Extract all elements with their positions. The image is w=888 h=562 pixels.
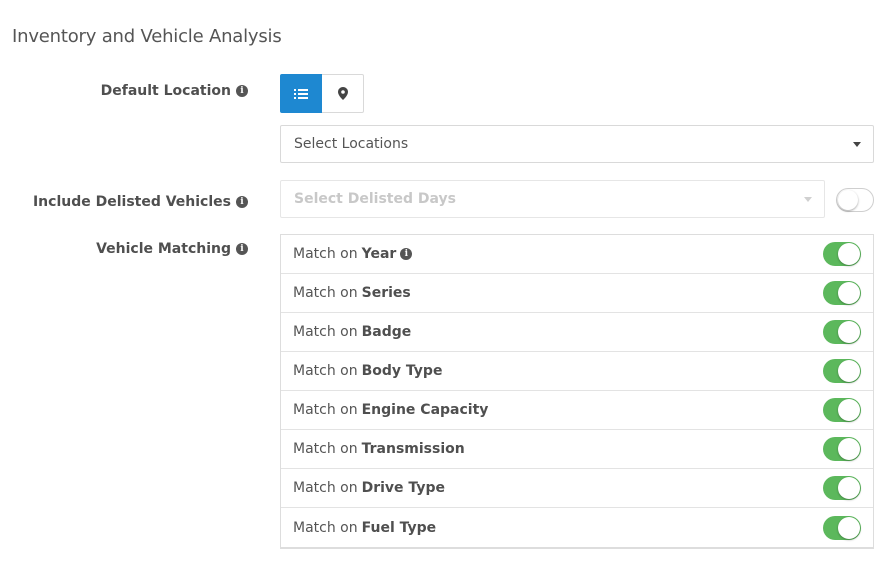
- match-row: Match on Badge: [281, 313, 873, 352]
- match-row: Match on Series: [281, 274, 873, 313]
- default-location-label-text: Default Location: [100, 83, 231, 99]
- map-view-button[interactable]: [322, 74, 364, 113]
- map-marker-icon: [337, 87, 348, 100]
- chevron-down-icon: [853, 142, 861, 147]
- match-field: Drive Type: [361, 480, 445, 496]
- match-toggle[interactable]: [823, 476, 861, 500]
- delisted-label-text: Include Delisted Vehicles: [32, 194, 231, 210]
- match-row: Match on Body Type: [281, 352, 873, 391]
- match-prefix: Match on: [293, 519, 358, 536]
- match-toggle[interactable]: [823, 398, 861, 422]
- match-row: Match on Engine Capacity: [281, 391, 873, 430]
- toggle-knob: [838, 516, 860, 539]
- toggle-knob: [838, 399, 860, 421]
- match-prefix: Match on: [293, 285, 358, 301]
- match-prefix: Match on: [293, 441, 358, 457]
- match-prefix: Match on: [293, 246, 358, 262]
- match-toggle[interactable]: [823, 515, 861, 540]
- match-label: Match on Transmission: [293, 441, 465, 457]
- match-field: Year: [361, 246, 397, 262]
- match-prefix: Match on: [293, 402, 358, 418]
- vehicle-matching-label-text: Vehicle Matching: [96, 241, 231, 257]
- toggle-knob: [838, 477, 860, 499]
- locations-select-placeholder: Select Locations: [294, 136, 409, 152]
- match-row: Match on Fuel Type: [281, 508, 873, 547]
- toggle-knob: [838, 360, 860, 382]
- delisted-toggle[interactable]: [836, 188, 874, 212]
- match-field: Transmission: [361, 441, 465, 457]
- match-row: Match on Transmission: [281, 430, 873, 469]
- info-icon[interactable]: i: [236, 243, 248, 255]
- delisted-days-placeholder: Select Delisted Days: [294, 191, 456, 207]
- vehicle-matching-list: Match on Year i Match on Series Match on Badge…: [280, 234, 874, 549]
- delisted-label: Include Delisted Vehicles i: [33, 194, 248, 210]
- toggle-knob: [838, 243, 860, 265]
- match-prefix: Match on: [293, 363, 358, 379]
- list-view-button[interactable]: [280, 74, 322, 113]
- info-icon[interactable]: i: [236, 85, 248, 97]
- match-label: Match on Year i: [293, 246, 413, 262]
- default-location-label: Default Location i: [101, 83, 248, 99]
- match-field: Badge: [361, 324, 412, 340]
- info-icon[interactable]: i: [236, 196, 248, 208]
- match-row: Match on Drive Type: [281, 469, 873, 508]
- match-toggle[interactable]: [823, 359, 861, 383]
- match-label: Match on Drive Type: [293, 480, 445, 496]
- toggle-knob: [838, 321, 860, 343]
- match-toggle[interactable]: [823, 320, 861, 344]
- match-label: Match on Badge: [293, 324, 411, 340]
- vehicle-matching-label: Vehicle Matching i: [96, 241, 248, 257]
- match-prefix: Match on: [293, 324, 358, 340]
- match-field: Series: [361, 285, 411, 301]
- toggle-knob: [838, 190, 858, 210]
- match-field: Engine Capacity: [361, 402, 489, 418]
- toggle-knob: [838, 282, 860, 304]
- locations-select[interactable]: Select Locations: [280, 125, 874, 163]
- match-field: Fuel Type: [361, 519, 437, 536]
- delisted-days-select[interactable]: Select Delisted Days: [280, 180, 825, 218]
- toggle-knob: [838, 438, 860, 460]
- match-label: Match on Series: [293, 285, 411, 301]
- match-toggle[interactable]: [823, 242, 861, 266]
- match-label: Match on Body Type: [293, 363, 442, 379]
- match-prefix: Match on: [293, 480, 358, 496]
- match-toggle[interactable]: [823, 437, 861, 461]
- location-view-toggle: [280, 74, 364, 113]
- list-icon: [294, 88, 308, 99]
- match-field: Body Type: [361, 363, 443, 379]
- info-icon[interactable]: i: [400, 248, 413, 260]
- match-label: Match on Engine Capacity: [293, 402, 488, 418]
- match-row: Match on Year i: [281, 235, 873, 274]
- match-toggle[interactable]: [823, 281, 861, 305]
- page-title: Inventory and Vehicle Analysis: [12, 26, 282, 47]
- match-label: Match on Fuel Type: [293, 520, 436, 536]
- chevron-down-icon: [804, 197, 812, 202]
